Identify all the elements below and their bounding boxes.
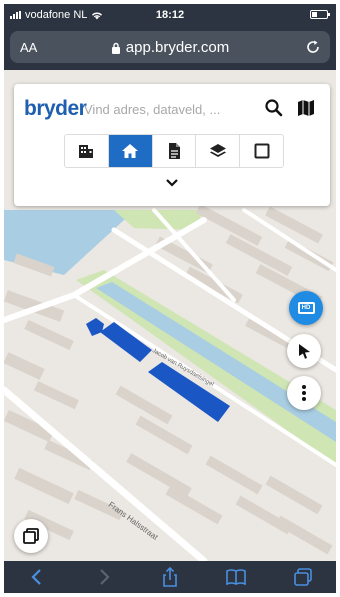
cursor-icon: [299, 344, 310, 359]
layers-icon: [209, 144, 226, 157]
chevron-left-icon: [31, 569, 41, 585]
status-bar: vodafone NL 18:12: [4, 4, 336, 26]
tabs-button[interactable]: [291, 566, 315, 588]
url-text: app.bryder.com: [125, 39, 230, 56]
mode-layers[interactable]: [196, 135, 241, 167]
search-card: bryder: [14, 84, 330, 206]
square-icon: [254, 143, 270, 159]
map-icon[interactable]: [296, 98, 316, 118]
chevron-right-icon: [99, 569, 110, 585]
home-icon: [122, 144, 139, 158]
building-icon: [79, 145, 94, 158]
more-vertical-icon: [302, 385, 306, 401]
book-icon: [226, 569, 247, 586]
tabs-icon: [293, 568, 312, 586]
share-button[interactable]: [158, 566, 182, 588]
select-tool-button[interactable]: [287, 334, 321, 368]
mode-document[interactable]: [152, 135, 197, 167]
search-icon[interactable]: [264, 98, 284, 118]
url-display[interactable]: app.bryder.com: [10, 39, 330, 56]
battery-icon: [310, 10, 330, 19]
more-options-button[interactable]: [287, 376, 321, 410]
mode-home[interactable]: [108, 135, 153, 167]
back-button[interactable]: [25, 566, 49, 588]
address-bar[interactable]: AA app.bryder.com: [10, 31, 330, 63]
bryder-logo: bryder: [24, 97, 87, 120]
mode-area[interactable]: [240, 135, 283, 167]
browser-toolbar: [4, 561, 336, 593]
reload-icon[interactable]: [304, 38, 322, 56]
bookmarks-button[interactable]: [224, 566, 248, 588]
hd-badge: HD: [297, 302, 315, 314]
share-icon: [163, 567, 177, 587]
mode-switcher: [64, 134, 284, 168]
forward-button[interactable]: [92, 566, 116, 588]
clock: 18:12: [155, 9, 185, 21]
lock-icon: [111, 42, 120, 54]
mode-buildings[interactable]: [65, 135, 109, 167]
chevron-down-icon[interactable]: [164, 176, 180, 190]
phone-screen: vodafone NL 18:12 AA app.bryder.com Fran…: [4, 4, 336, 593]
hd-view-button[interactable]: HD: [289, 291, 323, 325]
document-icon: [168, 143, 180, 159]
copy-layers-icon: [23, 528, 39, 544]
search-input[interactable]: [84, 98, 244, 120]
basemap-toggle-button[interactable]: [14, 519, 48, 553]
